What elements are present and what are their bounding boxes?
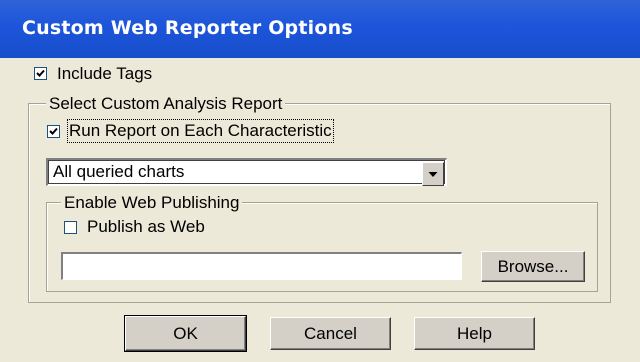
title-bar[interactable]: Custom Web Reporter Options <box>0 0 640 58</box>
checkmark-icon <box>49 127 58 135</box>
chart-select-dropdown[interactable]: All queried charts <box>46 158 447 186</box>
include-tags-label: Include Tags <box>57 64 153 83</box>
cancel-button[interactable]: Cancel <box>270 317 391 350</box>
checkmark-icon <box>36 69 45 77</box>
run-each-checkbox[interactable] <box>47 125 60 138</box>
ok-button-label: OK <box>173 323 198 343</box>
publish-path-field[interactable] <box>61 252 462 280</box>
chart-select-value: All queried charts <box>53 162 185 181</box>
chevron-down-icon <box>428 172 438 177</box>
publish-path-input[interactable] <box>63 254 461 279</box>
publish-web-label: Publish as Web <box>87 217 205 236</box>
custom-analysis-group-title: Select Custom Analysis Report <box>46 94 286 114</box>
include-tags-checkbox[interactable] <box>34 67 47 80</box>
cancel-button-label: Cancel <box>304 323 357 343</box>
help-button-label: Help <box>457 323 492 343</box>
web-publishing-group-title: Enable Web Publishing <box>61 193 243 213</box>
browse-button-label: Browse... <box>497 256 569 276</box>
browse-button[interactable]: Browse... <box>481 251 585 282</box>
run-each-label: Run Report on Each Characteristic <box>67 119 334 143</box>
dropdown-button[interactable] <box>422 162 444 186</box>
dialog-title: Custom Web Reporter Options <box>22 17 353 39</box>
publish-web-checkbox[interactable] <box>64 221 77 234</box>
help-button[interactable]: Help <box>414 317 535 350</box>
ok-button[interactable]: OK <box>124 315 247 352</box>
options-dialog: Custom Web Reporter Options Include Tags… <box>0 0 640 362</box>
